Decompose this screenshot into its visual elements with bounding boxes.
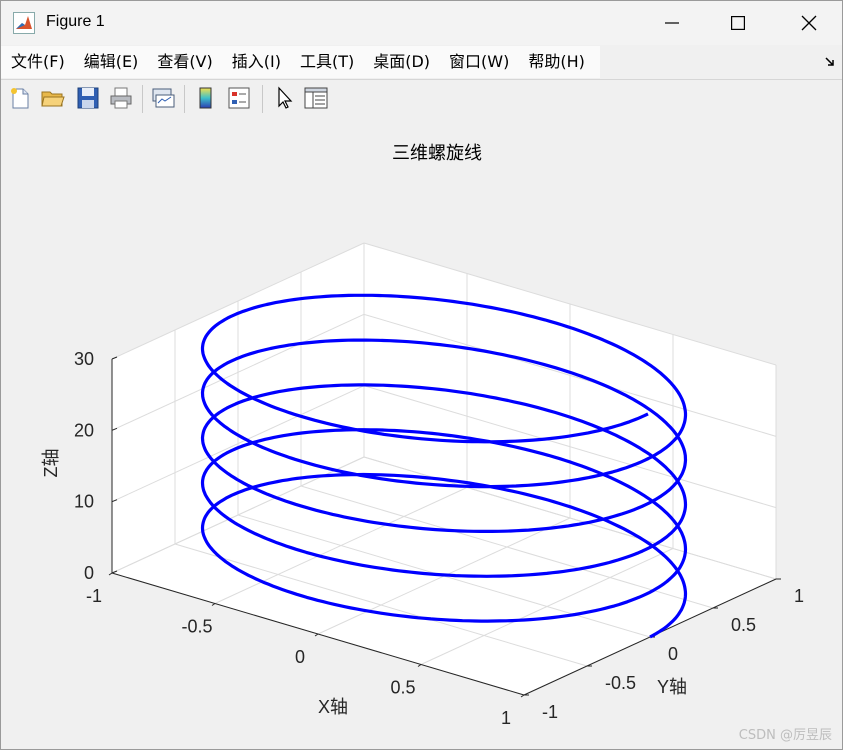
link-plot-icon[interactable] [150,85,176,111]
toolbar-separator [262,85,263,113]
minimize-button[interactable] [642,1,702,45]
property-editor-icon[interactable] [303,85,329,111]
y-tick-label: 0.5 [731,615,756,635]
z-axis-label: Z轴 [41,449,61,478]
y-tick-label: 1 [794,586,804,606]
pointer-icon[interactable] [271,85,297,111]
z-tick-label: 0 [84,563,94,583]
x-axis-label: X轴 [318,697,348,717]
menu-items: 文件(F) 编辑(E) 查看(V) 插入(I) 工具(T) 桌面(D) 窗口(W) 帮助(H) [1,46,600,78]
legend-icon[interactable] [226,85,252,111]
maximize-icon [731,16,745,30]
menu-item[interactable]: 插入(I) [222,46,290,78]
z-tick-label: 30 [74,349,94,369]
window-title: Figure 1 [46,13,105,30]
save-icon[interactable] [75,85,101,111]
dock-arrow-icon[interactable] [824,56,836,68]
new-figure-icon[interactable] [7,85,33,111]
colorbar-icon[interactable] [193,85,219,111]
figure-canvas[interactable]: -1-0.500.51 -1-0.500.510102030 三维螺旋线 X轴 Y… [1,118,842,749]
title-bar: Figure 1 [1,1,842,45]
toolbar [1,79,842,119]
close-icon [801,15,817,31]
matlab-logo-icon [13,12,35,34]
watermark: CSDN @厉昱辰 [738,728,832,743]
x-tick-label: 0 [295,647,305,667]
minimize-icon [665,22,679,24]
y-tick-label: -1 [542,702,558,722]
y-tick-label: 0 [668,644,678,664]
toolbar-separator [142,85,143,113]
y-axis-label: Y轴 [657,677,687,697]
open-folder-icon[interactable] [40,85,66,111]
menu-item[interactable]: 查看(V) [147,46,221,78]
close-button[interactable] [779,1,839,45]
x-tick-label: -0.5 [181,617,212,637]
menu-item[interactable]: 工具(T) [290,46,363,78]
menu-item[interactable]: 桌面(D) [363,46,439,78]
toolbar-separator [184,85,185,113]
print-icon[interactable] [108,85,134,111]
menu-item[interactable]: 编辑(E) [74,46,148,78]
z-tick-label: 10 [74,492,94,512]
maximize-button[interactable] [708,1,768,45]
x-tick-label: -1 [86,586,102,606]
menu-item[interactable]: 窗口(W) [439,46,518,78]
menu-item[interactable]: 帮助(H) [518,46,594,78]
x-tick-label: 1 [501,708,511,728]
z-tick-label: 20 [74,420,94,440]
plot-title: 三维螺旋线 [392,143,482,164]
y-tick-label: -0.5 [605,673,636,693]
figure-window: Figure 1 文件(F) 编辑(E) 查看(V) 插入(I) 工具(T) 桌面(D) 窗… [0,0,843,750]
menu-bar: 文件(F) 编辑(E) 查看(V) 插入(I) 工具(T) 桌面(D) 窗口(W) 帮助(H) [1,46,842,78]
x-tick-label: 0.5 [390,678,415,698]
menu-item[interactable]: 文件(F) [1,46,74,78]
